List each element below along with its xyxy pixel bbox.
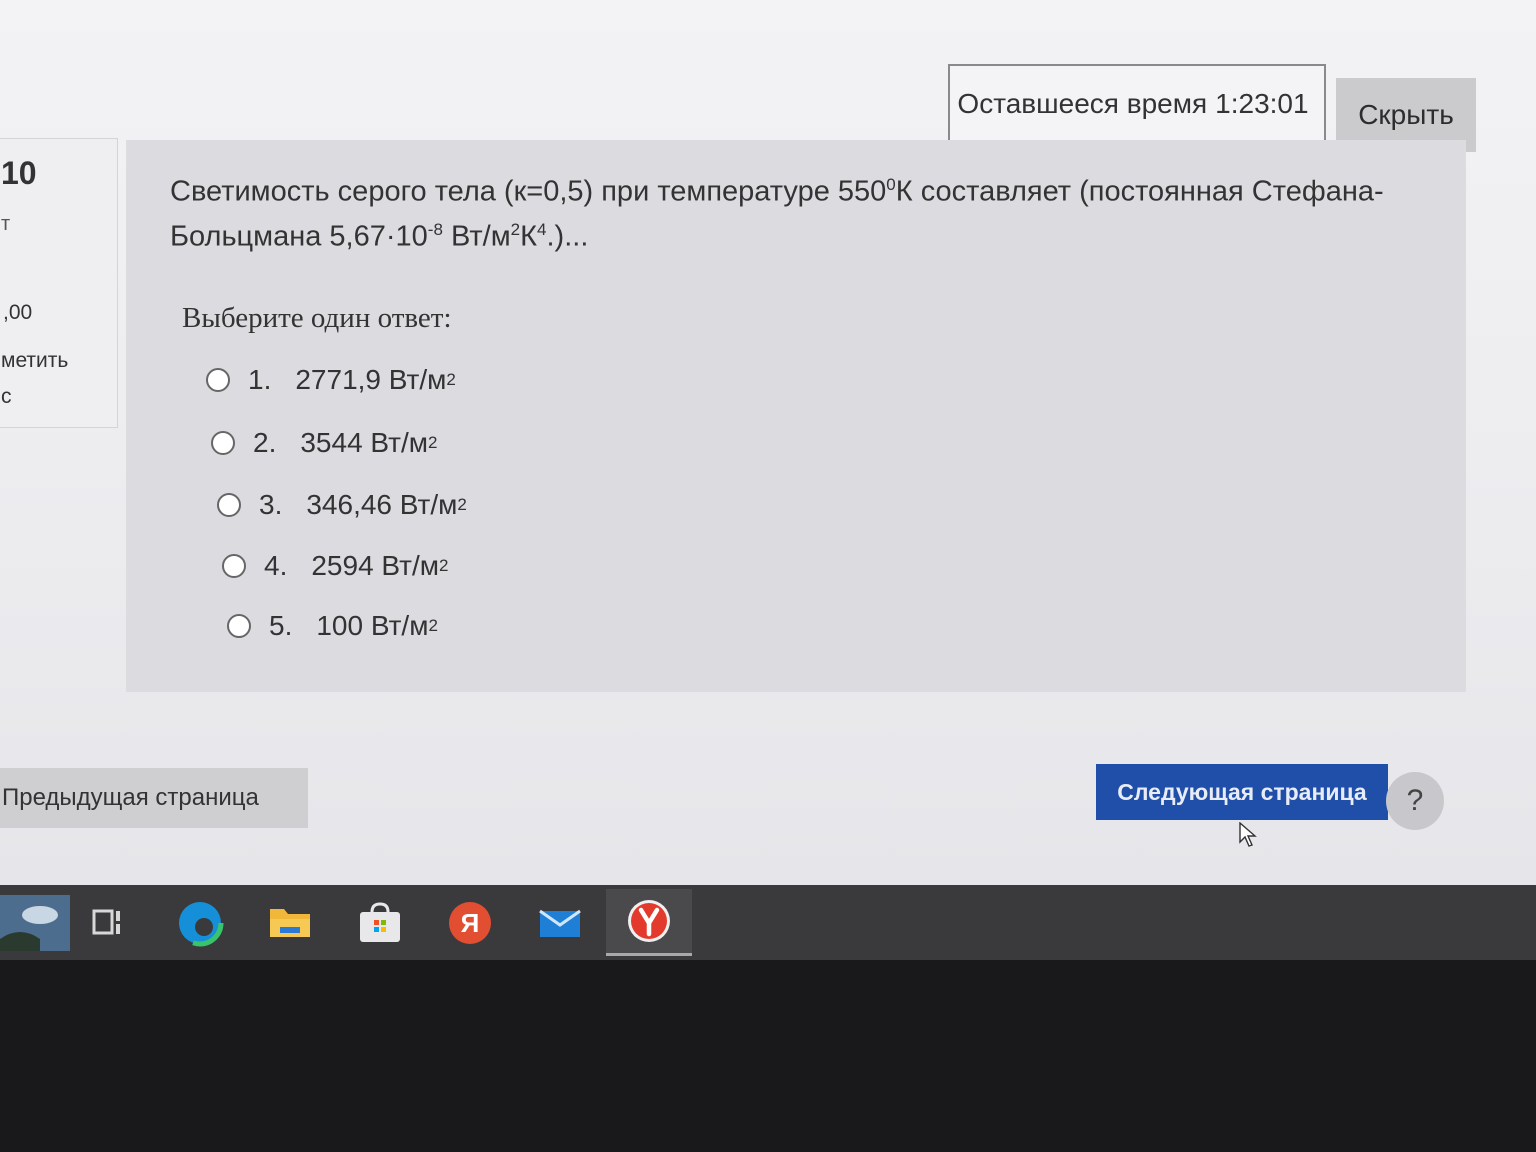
help-button[interactable]: ?: [1386, 772, 1444, 830]
answer-option[interactable]: 3. 346,46 Вт/м 2: [217, 485, 467, 525]
edge-icon[interactable]: [172, 895, 228, 951]
exponent-superscript: -8: [427, 219, 443, 239]
option-number: 5.: [269, 610, 293, 641]
windows-taskbar: Я: [0, 885, 1536, 960]
store-icon[interactable]: [352, 895, 408, 951]
browser-viewport: Оставшееся время 1:23:01 Скрыть 10 т ,00…: [0, 0, 1536, 885]
question-status: т: [1, 213, 11, 235]
radio-button[interactable]: [211, 431, 235, 455]
file-explorer-icon[interactable]: [262, 895, 318, 951]
option-number: 1.: [248, 364, 272, 395]
question-info-block: 10 т ,00 метить с: [0, 138, 118, 428]
answer-option[interactable]: 4. 2594 Вт/м 2: [222, 546, 449, 586]
question-line-1: Светимость серого тела (к=0,5) при темпе…: [170, 166, 1400, 211]
option-text[interactable]: 100 Вт/м: [316, 610, 428, 642]
option-number: 4.: [264, 550, 288, 581]
question-text: Светимость серого тела (к=0,5) при темпе…: [170, 166, 1400, 255]
laptop-bezel: [0, 960, 1536, 1152]
time-remaining: Оставшееся время 1:23:01: [948, 64, 1326, 144]
radio-button[interactable]: [227, 614, 251, 638]
timer-label: Оставшееся время: [957, 88, 1208, 119]
question-panel: Светимость серого тела (к=0,5) при темпе…: [126, 140, 1466, 692]
question-text-part: К: [520, 220, 538, 253]
next-page-button[interactable]: Следующая страница: [1096, 764, 1388, 820]
unit-superscript: 2: [457, 495, 467, 514]
svg-text:Я: Я: [461, 908, 480, 938]
mail-icon[interactable]: [532, 895, 588, 951]
unit-superscript: 2: [446, 370, 456, 389]
question-grade: ,00: [3, 301, 33, 324]
yandex-icon[interactable]: Я: [442, 895, 498, 951]
question-number: 10: [1, 155, 37, 191]
option-text[interactable]: 346,46 Вт/м: [306, 489, 457, 521]
unit-superscript: 2: [439, 556, 449, 575]
unit-superscript: 2: [428, 433, 438, 452]
flag-question-link[interactable]: метить: [1, 349, 68, 373]
option-text[interactable]: 3544 Вт/м: [300, 427, 428, 459]
answer-prompt: Выберите один ответ:: [182, 302, 452, 334]
answer-option[interactable]: 2. 3544 Вт/м 2: [211, 423, 438, 463]
unit-superscript: 2: [428, 616, 438, 635]
degree-superscript: 0: [886, 175, 896, 194]
mouse-cursor-icon: [1239, 822, 1257, 847]
weather-icon[interactable]: [0, 895, 70, 951]
answer-option[interactable]: 1. 2771,9 Вт/м 2: [206, 360, 456, 400]
question-text-part: Вт/м: [442, 220, 511, 253]
option-text[interactable]: 2771,9 Вт/м: [295, 364, 446, 396]
exponent-superscript: 2: [510, 219, 521, 239]
question-line-2: Больцмана 5,67·10-8 Вт/м2К4.)...: [170, 211, 1400, 256]
radio-button[interactable]: [217, 493, 241, 517]
option-number: 2.: [253, 427, 277, 458]
option-text[interactable]: 2594 Вт/м: [311, 550, 439, 582]
question-text-part: К составляет (постоянная Стефана-: [895, 175, 1384, 208]
timer-value: 1:23:01: [1215, 88, 1309, 119]
flag-question-link-cont[interactable]: с: [1, 385, 12, 409]
question-text-part: .)...: [546, 220, 589, 253]
option-number: 3.: [259, 489, 283, 520]
radio-button[interactable]: [222, 554, 246, 578]
answer-option[interactable]: 5. 100 Вт/м 2: [227, 606, 438, 646]
previous-page-button[interactable]: Предыдущая страница: [0, 768, 308, 828]
question-text-part: Больцмана 5,67·10: [170, 220, 428, 253]
question-text-part: Светимость серого тела (к=0,5) при темпе…: [170, 175, 887, 208]
radio-button[interactable]: [206, 368, 230, 392]
yandex-browser-icon[interactable]: [606, 889, 692, 956]
task-view-icon[interactable]: [80, 895, 136, 951]
